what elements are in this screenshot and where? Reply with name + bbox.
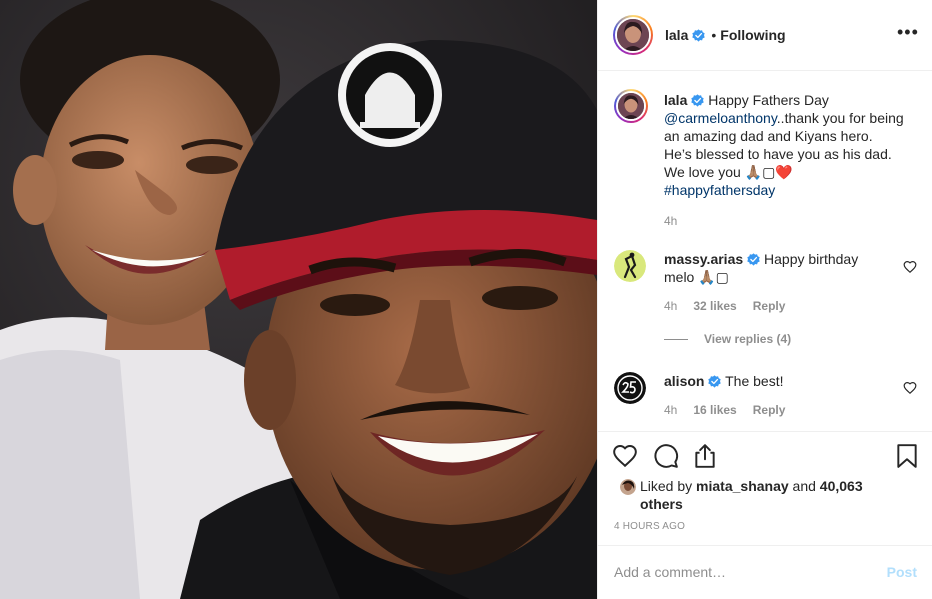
heart-icon[interactable] [903, 260, 917, 274]
liked-by-user[interactable]: miata_shanay [696, 478, 789, 494]
reply-button[interactable]: Reply [753, 403, 786, 417]
heart-icon[interactable] [903, 381, 917, 395]
author-username[interactable]: lala [665, 27, 688, 43]
post-actions: Liked by miata_shanay and 40,063 others … [598, 431, 932, 545]
view-replies-label: View replies (4) [704, 332, 792, 346]
author-avatar[interactable] [613, 15, 653, 55]
post-header: lala • Following ••• [598, 0, 932, 71]
comment-meta: 4h 32 likes Reply [664, 299, 801, 313]
caption-author-avatar[interactable] [614, 89, 648, 123]
post-timestamp[interactable]: 4 hours ago [614, 521, 685, 532]
commenter-avatar[interactable] [614, 372, 646, 404]
add-comment-bar: Post [598, 545, 932, 599]
comment-text: alison The best! [664, 372, 884, 390]
heart-icon[interactable] [612, 443, 638, 469]
comment-likes[interactable]: 32 likes [693, 299, 736, 313]
mention-link[interactable]: @carmeloanthony [664, 110, 777, 126]
liked-by-and: and [792, 478, 816, 494]
commenter-avatar[interactable] [614, 250, 646, 282]
comment-bubble-icon[interactable] [653, 443, 679, 469]
caption-time[interactable]: 4h [664, 214, 677, 228]
comment-body: The best! [725, 373, 784, 389]
instagram-post: lala • Following ••• lala Happy Fathers … [0, 0, 932, 599]
verified-badge-icon [747, 253, 760, 266]
comment-text: massy.arias Happy birthday melo 🙏🏽▢ [664, 250, 884, 286]
caption-body-start: Happy Fathers Day [708, 92, 829, 108]
post-comment-button[interactable]: Post [887, 564, 917, 580]
selfie-photo-illustration [0, 0, 597, 599]
caption-username[interactable]: lala [664, 92, 687, 108]
liked-by-prefix: Liked by [640, 478, 693, 494]
following-button[interactable]: Following [720, 27, 785, 43]
verified-badge-icon [692, 28, 706, 42]
comments-list: lala Happy Fathers Day @carmeloanthony..… [598, 72, 932, 430]
comment-input[interactable] [614, 560, 864, 584]
comment-meta: 4h 16 likes Reply [664, 403, 801, 417]
reply-button[interactable]: Reply [753, 299, 786, 313]
comment-likes[interactable]: 16 likes [693, 403, 736, 417]
caption-text: lala Happy Fathers Day @carmeloanthony..… [664, 91, 904, 199]
header-separator: • [711, 27, 717, 43]
comment-username[interactable]: massy.arias [664, 251, 743, 267]
bookmark-icon[interactable] [894, 443, 920, 469]
share-icon[interactable] [692, 443, 718, 469]
replies-line [664, 338, 688, 340]
hashtag-link[interactable]: #happyfathersday [664, 182, 775, 198]
verified-badge-icon [708, 375, 722, 388]
post-details-panel: lala • Following ••• lala Happy Fathers … [597, 0, 932, 599]
post-photo[interactable] [0, 0, 597, 599]
verified-badge-icon [691, 94, 705, 107]
liker-avatar[interactable] [620, 479, 636, 495]
more-options-icon[interactable]: ••• [897, 23, 918, 45]
comment-time[interactable]: 4h [664, 403, 677, 417]
comment-username[interactable]: alison [664, 373, 704, 389]
view-replies-button[interactable]: View replies (4) [664, 332, 791, 346]
likes-text: Liked by miata_shanay and 40,063 others [640, 477, 900, 513]
author-avatar-image [615, 17, 651, 53]
caption-avatar-image [616, 91, 646, 121]
comment-time[interactable]: 4h [664, 299, 677, 313]
